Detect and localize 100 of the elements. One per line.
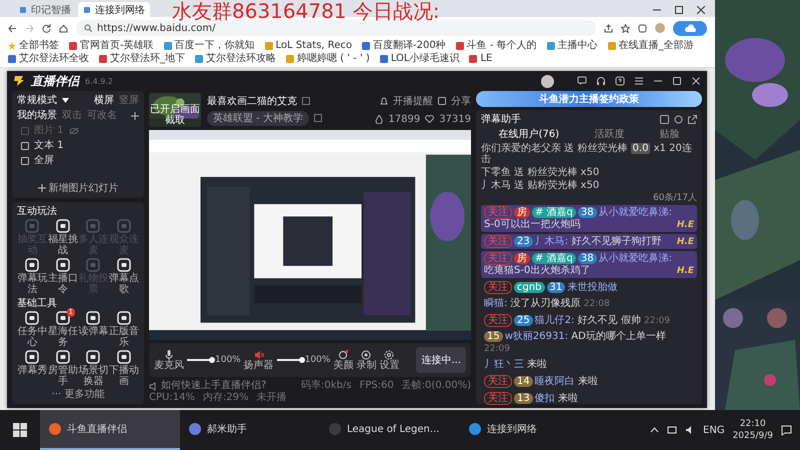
- site-icon: [195, 55, 203, 63]
- home-icon[interactable]: [59, 24, 68, 32]
- tool-button[interactable]: 场景切换器: [78, 349, 108, 387]
- bookmark[interactable]: LOL小绿毛速识: [380, 53, 460, 65]
- orientation-tab[interactable]: 横屏: [94, 94, 114, 107]
- connect-button[interactable]: 连接中...: [416, 347, 466, 373]
- taskbar-item[interactable]: 郝米助手: [180, 410, 320, 450]
- speaker-button[interactable]: 扬声器: [244, 350, 274, 370]
- chat-message: 瞬猫: 没了从刃像残原 22:08: [483, 297, 611, 311]
- tool-button[interactable]: 美颜: [333, 350, 354, 370]
- beauty-icon: [338, 350, 348, 360]
- status-stat: 丢帧:0(0.00%): [402, 380, 471, 392]
- maximize-icon[interactable]: [672, 76, 682, 86]
- star-icon[interactable]: [621, 24, 630, 32]
- section-title: 基础工具: [17, 297, 58, 310]
- more-button[interactable]: ··· 更多功能: [52, 389, 104, 401]
- cover-thumbnail[interactable]: 已开启画面截取: [149, 93, 201, 127]
- tool-icon: [24, 310, 40, 326]
- tool-button[interactable]: 录制: [356, 350, 376, 370]
- back-icon[interactable]: [8, 24, 17, 32]
- chat-tab[interactable]: 在线用户(76): [498, 128, 560, 141]
- tool-icon: [116, 257, 132, 273]
- tool-button[interactable]: 设置: [379, 350, 400, 370]
- tool-button[interactable]: 任务中心: [17, 310, 48, 348]
- record-icon: [361, 350, 372, 360]
- bookmark[interactable]: 官网首页-英雄联: [69, 40, 154, 52]
- cloud-button[interactable]: [673, 20, 707, 36]
- speaker-icon: [149, 382, 158, 390]
- bookmark[interactable]: 在线直播_全部游: [608, 40, 694, 52]
- tool-button[interactable]: 福星挑战: [48, 218, 78, 256]
- reload-icon[interactable]: [42, 24, 51, 32]
- tool-button[interactable]: 房管助手: [48, 349, 78, 387]
- menu-icon[interactable]: [634, 76, 644, 86]
- scene-tab[interactable]: 我的场景: [17, 109, 57, 122]
- site-icon: [69, 42, 77, 50]
- action-link[interactable]: 分享: [438, 94, 471, 108]
- flame-icon: [375, 114, 384, 124]
- app-icon: [468, 422, 482, 436]
- site-icon: [546, 42, 555, 50]
- taskbar-item[interactable]: 连接到网络: [460, 410, 600, 450]
- avatar[interactable]: [541, 74, 554, 88]
- bookmark[interactable]: 主播中心: [546, 40, 598, 52]
- page-icon: [83, 6, 91, 14]
- message-icon[interactable]: [577, 76, 587, 86]
- bookmark[interactable]: 艾尔登法环_地下: [99, 53, 185, 65]
- tool-button[interactable]: 读弹幕: [78, 310, 108, 348]
- bookmark[interactable]: 全部书签: [8, 40, 59, 52]
- browser-tab[interactable]: 印记智播: [14, 2, 76, 17]
- tool-button[interactable]: 弹幕点歌: [108, 257, 139, 295]
- maximize-icon[interactable]: [675, 6, 683, 14]
- source-item[interactable]: 文本 1: [17, 139, 139, 152]
- tool-icon: [54, 257, 71, 273]
- category-tag[interactable]: 英雄联盟 - 大神教学: [207, 110, 309, 126]
- tool-icon: [54, 310, 71, 326]
- tool-icon: [116, 310, 132, 326]
- microphone-button[interactable]: 麦克风: [154, 350, 184, 370]
- promo-banner[interactable]: 斗鱼潜力主播签约政策: [476, 91, 702, 107]
- headset-icon[interactable]: [596, 76, 606, 86]
- bookmark[interactable]: 百度一下，你就知: [164, 40, 255, 52]
- taskbar-item[interactable]: League of Legen...: [320, 410, 460, 450]
- bookmark[interactable]: 斗鱼 - 每个人的: [456, 40, 537, 52]
- bookmark[interactable]: LoL Stats, Reco: [264, 40, 352, 52]
- gift-message: 下零鱼 送 粉丝荧光棒 x50: [481, 167, 600, 178]
- tool-icon: [85, 257, 102, 273]
- close-icon[interactable]: [691, 76, 701, 86]
- language-indicator[interactable]: ENG: [703, 424, 725, 436]
- plus-icon[interactable]: [131, 112, 139, 120]
- close-icon[interactable]: [697, 6, 705, 14]
- add-slideshow-button[interactable]: 新增图片幻灯片: [38, 181, 118, 195]
- network-icon[interactable]: [667, 425, 678, 435]
- chevron-up-icon[interactable]: [650, 427, 660, 433]
- tool-button[interactable]: 弹幕秀: [17, 349, 48, 387]
- search-icon: [84, 24, 92, 32]
- bookmark[interactable]: 百度翻译-200种: [362, 40, 446, 52]
- eye-off-icon[interactable]: [68, 126, 79, 134]
- popout-icon[interactable]: [688, 115, 697, 124]
- bookmark[interactable]: 婷嗯婷嗯 ( ' - ' ): [286, 53, 370, 65]
- chat-tab[interactable]: 活跃度: [594, 128, 624, 141]
- source-item[interactable]: 全屏: [17, 154, 139, 167]
- tool-button[interactable]: 弹幕玩法: [17, 257, 48, 295]
- browser-tab[interactable]: 连接到网络: [78, 2, 150, 17]
- bookmark[interactable]: 艾尔登法环全收: [8, 53, 89, 65]
- chat-tab[interactable]: 贴脸: [659, 128, 680, 141]
- plus-icon: [38, 184, 46, 192]
- app-version: 6.4.9.2: [85, 76, 113, 86]
- help-link[interactable]: 如何快速上手直播伴侣?: [149, 380, 266, 392]
- action-link[interactable]: 开播提醒: [380, 94, 433, 108]
- clock[interactable]: 22:10 2025/9/9: [732, 418, 773, 442]
- mode-dropdown[interactable]: 常规模式: [17, 94, 69, 107]
- bookmark[interactable]: 艾尔登法环攻略: [195, 53, 276, 65]
- tool-button[interactable]: 正版音乐: [108, 310, 139, 348]
- site-icon: [608, 42, 616, 50]
- tool-icon: [24, 349, 40, 365]
- taskbar-item[interactable]: 斗鱼直播伴侣: [40, 410, 180, 450]
- bookmark[interactable]: LE: [469, 53, 492, 65]
- notification-icon[interactable]: [781, 424, 792, 436]
- address-field[interactable]: https://www.baidu.com/: [76, 20, 596, 36]
- chat-message: 关注 13 傻扣 来啦: [481, 391, 697, 406]
- tool-button[interactable]: 主播口令: [48, 257, 78, 295]
- tool-button[interactable]: 下播动画: [108, 349, 139, 387]
